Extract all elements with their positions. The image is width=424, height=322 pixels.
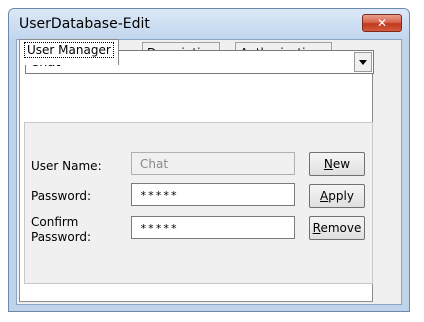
username-field: Chat: [131, 152, 295, 175]
close-icon: ✕: [376, 16, 388, 30]
new-button-mnemonic: N: [323, 157, 333, 171]
confirm-password-label-line2: Password:: [31, 230, 92, 244]
window-title: UserDatabase-Edit: [19, 16, 150, 32]
password-field[interactable]: *****: [131, 183, 295, 206]
apply-button-label: pply: [328, 189, 354, 203]
new-button[interactable]: New: [309, 152, 365, 176]
apply-button[interactable]: Apply: [309, 184, 365, 208]
username-value: Chat: [140, 157, 169, 171]
password-label: Password:: [31, 189, 92, 203]
new-button-label: ew: [332, 157, 351, 171]
password-value: *****: [140, 189, 179, 202]
tab-user-manager[interactable]: User Manager: [19, 39, 119, 65]
remove-button-label: emove: [320, 221, 362, 235]
dialog-window: UserDatabase-Edit ✕ User Manager Descrip…: [8, 8, 410, 312]
tab-user-manager-label: User Manager: [24, 42, 114, 58]
user-details-group: User Name: Chat Password: ***** Confirm …: [24, 122, 373, 284]
title-bar[interactable]: UserDatabase-Edit ✕: [9, 9, 409, 39]
confirm-password-value: *****: [140, 222, 179, 235]
remove-button[interactable]: Remove: [309, 216, 365, 240]
username-label: User Name:: [31, 159, 102, 173]
confirm-password-label-line1: Confirm: [31, 215, 79, 229]
close-button[interactable]: ✕: [362, 14, 402, 32]
confirm-password-field[interactable]: *****: [131, 216, 295, 239]
chevron-down-icon[interactable]: [354, 52, 372, 72]
